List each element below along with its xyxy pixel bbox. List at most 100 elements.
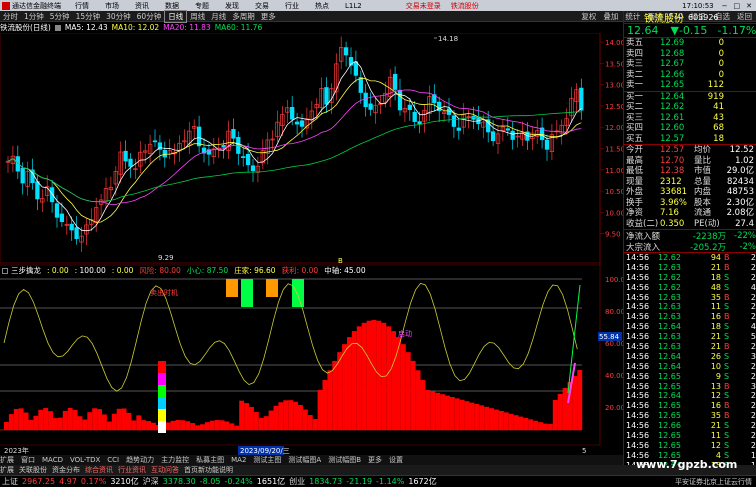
period-tab[interactable]: 60分钟: [134, 11, 165, 22]
info-tab[interactable]: 首页新功能说明: [184, 465, 233, 475]
indicator-tab[interactable]: MACD: [42, 456, 63, 464]
ask-label: 卖二: [626, 69, 644, 80]
candlesticks: [5, 36, 584, 253]
menu-item[interactable]: L1L2: [345, 2, 362, 10]
tick-time: 14:56: [626, 401, 650, 411]
indicator-tab[interactable]: 私募主图: [196, 455, 224, 465]
bid-label: 买一: [626, 91, 644, 102]
candle-body: [412, 111, 417, 122]
indicator-bar: [415, 370, 421, 430]
indicator-bar: [430, 391, 436, 430]
chart-area[interactable]: 14.00 13.50 13.00 12.50 12.00 11.50 11.00 10.50…: [0, 33, 623, 455]
minimize-button[interactable]: −: [722, 2, 728, 10]
menu-item[interactable]: 行情: [75, 1, 89, 11]
tick-volume: 35: [710, 292, 721, 302]
close-button[interactable]: ✕: [746, 2, 752, 10]
period-tab[interactable]: 分时: [0, 11, 21, 22]
stock-link[interactable]: 铁流股份: [451, 1, 479, 11]
ask-volume: 0: [718, 38, 724, 48]
period-tab[interactable]: 周线: [187, 11, 208, 22]
info-tab[interactable]: 综合资讯: [85, 465, 113, 475]
info-tab[interactable]: 互动问答: [151, 465, 179, 475]
indicator-tab[interactable]: 测试幅图B: [328, 455, 361, 465]
indicator-bar: [268, 410, 274, 430]
indicator-name: 三步擒龙: [11, 266, 41, 275]
price-axis-label: 12.50: [605, 103, 623, 111]
candle-body: [456, 127, 461, 131]
indicator-tab[interactable]: 趋势动力: [126, 455, 154, 465]
bid-row: 买三 12.61 43: [626, 113, 756, 124]
menu-item[interactable]: 专题: [195, 1, 209, 11]
period-tab[interactable]: 1分钟: [21, 11, 47, 22]
indicator-tab[interactable]: 扩展: [0, 455, 14, 465]
ma-legend: 铁流股份(日线) MA5: 12.43 MA10: 12.02 MA20: 11…: [0, 22, 600, 33]
candle-body: [358, 77, 363, 93]
period-tab[interactable]: 30分钟: [103, 11, 134, 22]
indicator-bar: [195, 425, 200, 430]
indicator-settings-icon[interactable]: [2, 267, 8, 274]
tool-button[interactable]: 复权: [581, 11, 596, 22]
indicator-tab[interactable]: 窗口: [21, 455, 35, 465]
indicator-tab[interactable]: 测试幅图A: [288, 455, 321, 465]
indicator-bar: [97, 409, 102, 430]
maximize-button[interactable]: □: [734, 2, 741, 10]
candle-body: [299, 120, 305, 127]
period-tab[interactable]: 15分钟: [73, 11, 104, 22]
indicator-tab[interactable]: MA2: [231, 456, 246, 464]
ma-lines: [7, 60, 582, 232]
menu-item[interactable]: 资讯: [135, 1, 149, 11]
price-axis-label: 9.50: [605, 231, 621, 239]
candle-body: [196, 126, 202, 147]
candle-body: [579, 87, 584, 111]
info-tab[interactable]: 资金分布: [52, 465, 80, 475]
indicator-bar: [175, 420, 181, 430]
info-tab[interactable]: 行业资讯: [118, 465, 146, 475]
info-tab[interactable]: 扩展: [0, 465, 14, 475]
ask-price: 12.68: [660, 48, 685, 59]
sh-index-label[interactable]: 上证: [2, 476, 18, 487]
indicator-tab[interactable]: 设置: [389, 455, 403, 465]
indicator-tab[interactable]: CCI: [107, 456, 119, 464]
tick-side: S: [724, 272, 730, 282]
period-tab[interactable]: 更多: [258, 11, 279, 22]
tick-row: 14:56 12.63 21 S 5: [626, 332, 756, 342]
menu-item[interactable]: 交易: [255, 1, 269, 11]
indicator-bar: [547, 424, 553, 430]
sh-index-value: 2967.25: [22, 477, 56, 486]
clock: 17:10:53: [682, 1, 714, 10]
stats-row: 换手 3.96% 股本 2.30亿: [626, 198, 756, 209]
info-tab[interactable]: 关联股份: [19, 465, 47, 475]
stat-value: 33681: [660, 187, 688, 197]
period-tab-active[interactable]: 日线: [164, 9, 188, 23]
stat-label: 外盘: [626, 187, 644, 197]
indicator-bar: [234, 425, 240, 430]
stat-value: 12.57: [660, 145, 685, 155]
period-tab[interactable]: 多周期: [229, 11, 258, 22]
menu-item[interactable]: 市场: [105, 1, 119, 11]
tick-side: B: [724, 262, 730, 272]
tick-price: 12.63: [658, 312, 681, 322]
tick-time: 14:56: [626, 253, 650, 262]
period-tab[interactable]: 月线: [208, 11, 229, 22]
indicator-tab[interactable]: 更多: [368, 455, 382, 465]
indicator-tab[interactable]: 测试主图: [253, 455, 281, 465]
indicator-bar: [474, 404, 480, 430]
menu-item[interactable]: 行业: [285, 1, 299, 11]
cy-index-label[interactable]: 创业: [289, 476, 305, 487]
watermark: www.7gpzb.com: [636, 458, 738, 471]
indicator-tab[interactable]: 主力监控: [161, 455, 189, 465]
indicator-tab[interactable]: VOL-TDX: [70, 456, 100, 464]
menu-item[interactable]: 发现: [225, 1, 239, 11]
trade-login-link[interactable]: 交易未登录: [406, 1, 441, 11]
indicator-bar: [136, 415, 142, 430]
top-signal-block: [241, 279, 253, 307]
ask-price: 12.65: [660, 80, 685, 90]
quote-panel: 铁流股份 603926 12.64 ▼-0.15 -1.17% 卖五 12.69 0…: [623, 11, 756, 470]
tool-button[interactable]: 叠加: [603, 11, 618, 22]
stat-label: 股本: [694, 197, 712, 208]
period-tab[interactable]: 5分钟: [47, 11, 73, 22]
indicator-bar: [13, 408, 19, 430]
menu-item[interactable]: 热点: [315, 1, 329, 11]
hs-index-label[interactable]: 沪深: [143, 476, 159, 487]
indicator-bar: [464, 401, 470, 430]
